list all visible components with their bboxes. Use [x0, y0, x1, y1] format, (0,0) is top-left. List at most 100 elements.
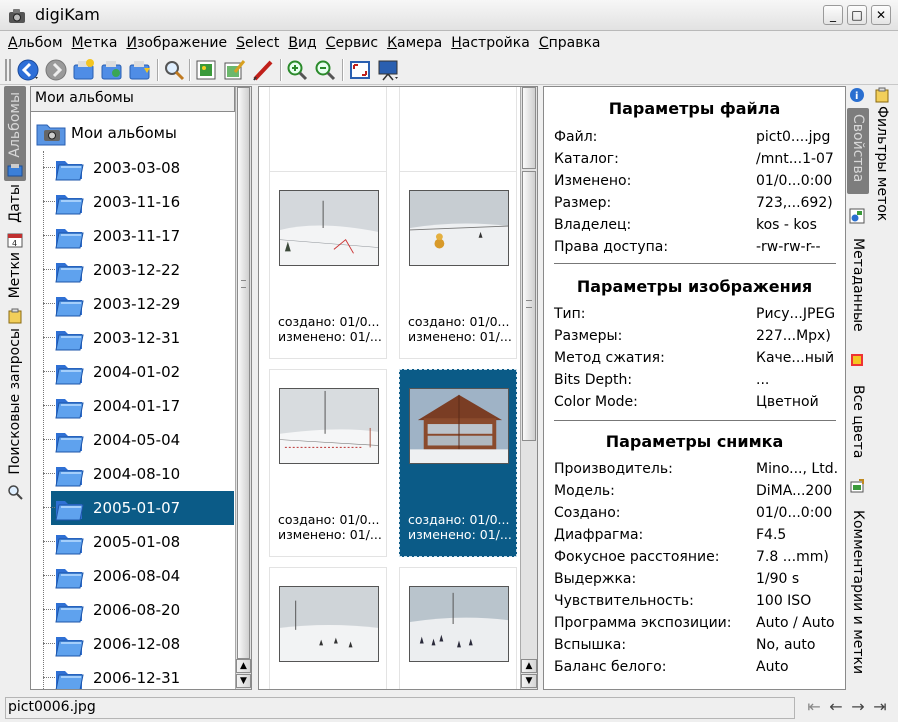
property-key: Каталог: — [554, 151, 619, 167]
album-item[interactable]: 2003-03-08 — [43, 151, 234, 185]
close-button[interactable]: ✕ — [871, 5, 891, 25]
photo-thumbnail[interactable] — [279, 388, 379, 464]
folder-icon — [55, 263, 84, 283]
tree-root-my-albums[interactable]: Мои альбомы — [33, 117, 177, 149]
scroll-down-arrow[interactable]: ▼ — [236, 674, 251, 688]
album-item[interactable]: 2006-08-20 — [43, 593, 234, 627]
property-key: Выдержка: — [554, 571, 637, 587]
thumbnail-cell[interactable]: создано: 01/0...изменено: 01/... — [399, 171, 517, 359]
thumbnail-view: создано: 01/0... изменено: 01/... создано:… — [258, 86, 538, 690]
photo-thumbnail[interactable] — [409, 586, 509, 662]
svg-text:i: i — [855, 91, 858, 102]
album-item-label: 2006-12-31 — [93, 669, 181, 687]
album-tree-scrollbar[interactable]: ▲ ▼ — [235, 87, 251, 689]
tab-searches[interactable]: Поисковые запросы — [4, 328, 26, 478]
album-item[interactable]: 2004-05-04 — [43, 423, 234, 457]
zoom-in-icon[interactable] — [285, 58, 309, 82]
album-item[interactable]: 2003-12-22 — [43, 253, 234, 287]
new-album-icon[interactable] — [72, 58, 96, 82]
album-item[interactable]: 2006-08-04 — [43, 559, 234, 593]
album-item[interactable]: 2004-01-17 — [43, 389, 234, 423]
album-properties-icon[interactable] — [100, 58, 124, 82]
menu-camera[interactable]: Камера — [387, 35, 442, 51]
albums-tab-icon — [7, 164, 23, 177]
tab-colors[interactable]: Все цвета — [847, 385, 869, 465]
tab-metadata[interactable]: Метаданные — [847, 238, 869, 338]
album-item-label: 2005-01-07 — [93, 499, 181, 517]
tab-properties[interactable]: Свойства — [847, 108, 869, 194]
property-value: Каче...ный — [756, 350, 835, 366]
red-pen-icon[interactable] — [251, 58, 275, 82]
menu-tag[interactable]: Метка — [72, 35, 118, 51]
album-item[interactable]: 2004-01-02 — [43, 355, 234, 389]
photo-thumbnail[interactable] — [279, 586, 379, 662]
thumbnail-cell[interactable] — [269, 567, 387, 689]
thumbnail-cell[interactable] — [399, 567, 517, 689]
menu-settings[interactable]: Настройка — [451, 35, 530, 51]
album-item[interactable]: 2004-08-10 — [43, 457, 234, 491]
first-icon[interactable]: ⇤ — [804, 698, 824, 718]
property-row: Баланс белого: Auto — [554, 659, 839, 681]
menu-album[interactable]: Альбом — [8, 35, 63, 51]
photo-thumbnail[interactable] — [279, 190, 379, 266]
image-section-title: Параметры изображения — [576, 277, 813, 296]
back-icon[interactable] — [16, 58, 40, 82]
menu-view[interactable]: Вид — [288, 35, 316, 51]
tab-comments-tags[interactable]: Комментарии и метки — [847, 510, 869, 688]
property-key: Диафрагма: — [554, 527, 644, 543]
album-tree-header[interactable]: Мои альбомы — [31, 87, 235, 112]
album-item[interactable]: 2006-12-08 — [43, 627, 234, 661]
album-import-icon[interactable] — [128, 58, 152, 82]
album-item[interactable]: 2003-12-29 — [43, 287, 234, 321]
album-item[interactable]: 2005-01-08 — [43, 525, 234, 559]
property-value: 100 ISO — [756, 593, 812, 609]
search-icon[interactable] — [162, 58, 186, 82]
thumbnail-cell[interactable]: создано: 01/0...изменено: 01/... — [399, 369, 517, 557]
last-icon[interactable]: ⇥ — [870, 698, 890, 718]
thumbnail-cell[interactable]: создано: 01/0...изменено: 01/... — [269, 171, 387, 359]
folder-icon — [55, 467, 84, 487]
slideshow-icon[interactable] — [376, 58, 400, 82]
tag-icon — [8, 308, 22, 324]
prev-icon[interactable]: ← — [826, 698, 846, 718]
menu-help[interactable]: Справка — [539, 35, 601, 51]
thumbnail-scroll-thumb[interactable] — [522, 171, 536, 441]
album-tree-scroll-thumb[interactable] — [237, 87, 250, 659]
menu-image[interactable]: Изображение — [126, 35, 227, 51]
menu-tools[interactable]: Сервис — [326, 35, 378, 51]
forward-icon[interactable] — [44, 58, 68, 82]
toolbar-grip[interactable] — [5, 59, 11, 81]
tab-tags[interactable]: Метки — [4, 252, 26, 304]
property-value: 1/90 s — [756, 571, 800, 587]
album-item[interactable]: 2003-11-17 — [43, 219, 234, 253]
tab-dates[interactable]: Даты — [4, 184, 26, 234]
thumbnail-scrollbar[interactable]: ▲ ▼ — [520, 87, 537, 689]
property-row: Фокусное расстояние: 7.8 ...mm) — [554, 549, 839, 571]
photo-thumbnail[interactable] — [409, 190, 509, 266]
maximize-button[interactable]: □ — [847, 5, 867, 25]
next-icon[interactable]: → — [848, 698, 868, 718]
property-value: 7.8 ...mm) — [756, 549, 829, 565]
scroll-down-arrow[interactable]: ▼ — [521, 674, 537, 688]
main-toolbar — [0, 55, 898, 85]
menu-select[interactable]: Select — [236, 35, 279, 51]
property-key: Bits Depth: — [554, 372, 633, 388]
toolbar-separator — [342, 59, 344, 81]
album-item[interactable]: 2005-01-07 — [43, 491, 234, 525]
view-image-icon[interactable] — [194, 58, 218, 82]
minimize-button[interactable]: _ — [823, 5, 843, 25]
scroll-up-arrow[interactable]: ▲ — [521, 659, 537, 673]
fullscreen-icon[interactable] — [348, 58, 372, 82]
thumbnail-cell[interactable]: создано: 01/0...изменено: 01/... — [269, 369, 387, 557]
tab-metadata-label: Метаданные — [850, 238, 866, 332]
album-item[interactable]: 2003-12-31 — [43, 321, 234, 355]
scroll-up-arrow[interactable]: ▲ — [236, 659, 251, 673]
thumbnail-scroll-thumb-top[interactable] — [522, 87, 536, 169]
album-item[interactable]: 2006-12-31 — [43, 661, 234, 689]
album-item-label: 2004-05-04 — [93, 431, 181, 449]
zoom-out-icon[interactable] — [313, 58, 337, 82]
album-item[interactable]: 2003-11-16 — [43, 185, 234, 219]
edit-image-icon[interactable] — [222, 58, 246, 82]
tab-tag-filters[interactable]: Фильтры меток — [871, 106, 893, 236]
photo-thumbnail[interactable] — [409, 388, 509, 464]
